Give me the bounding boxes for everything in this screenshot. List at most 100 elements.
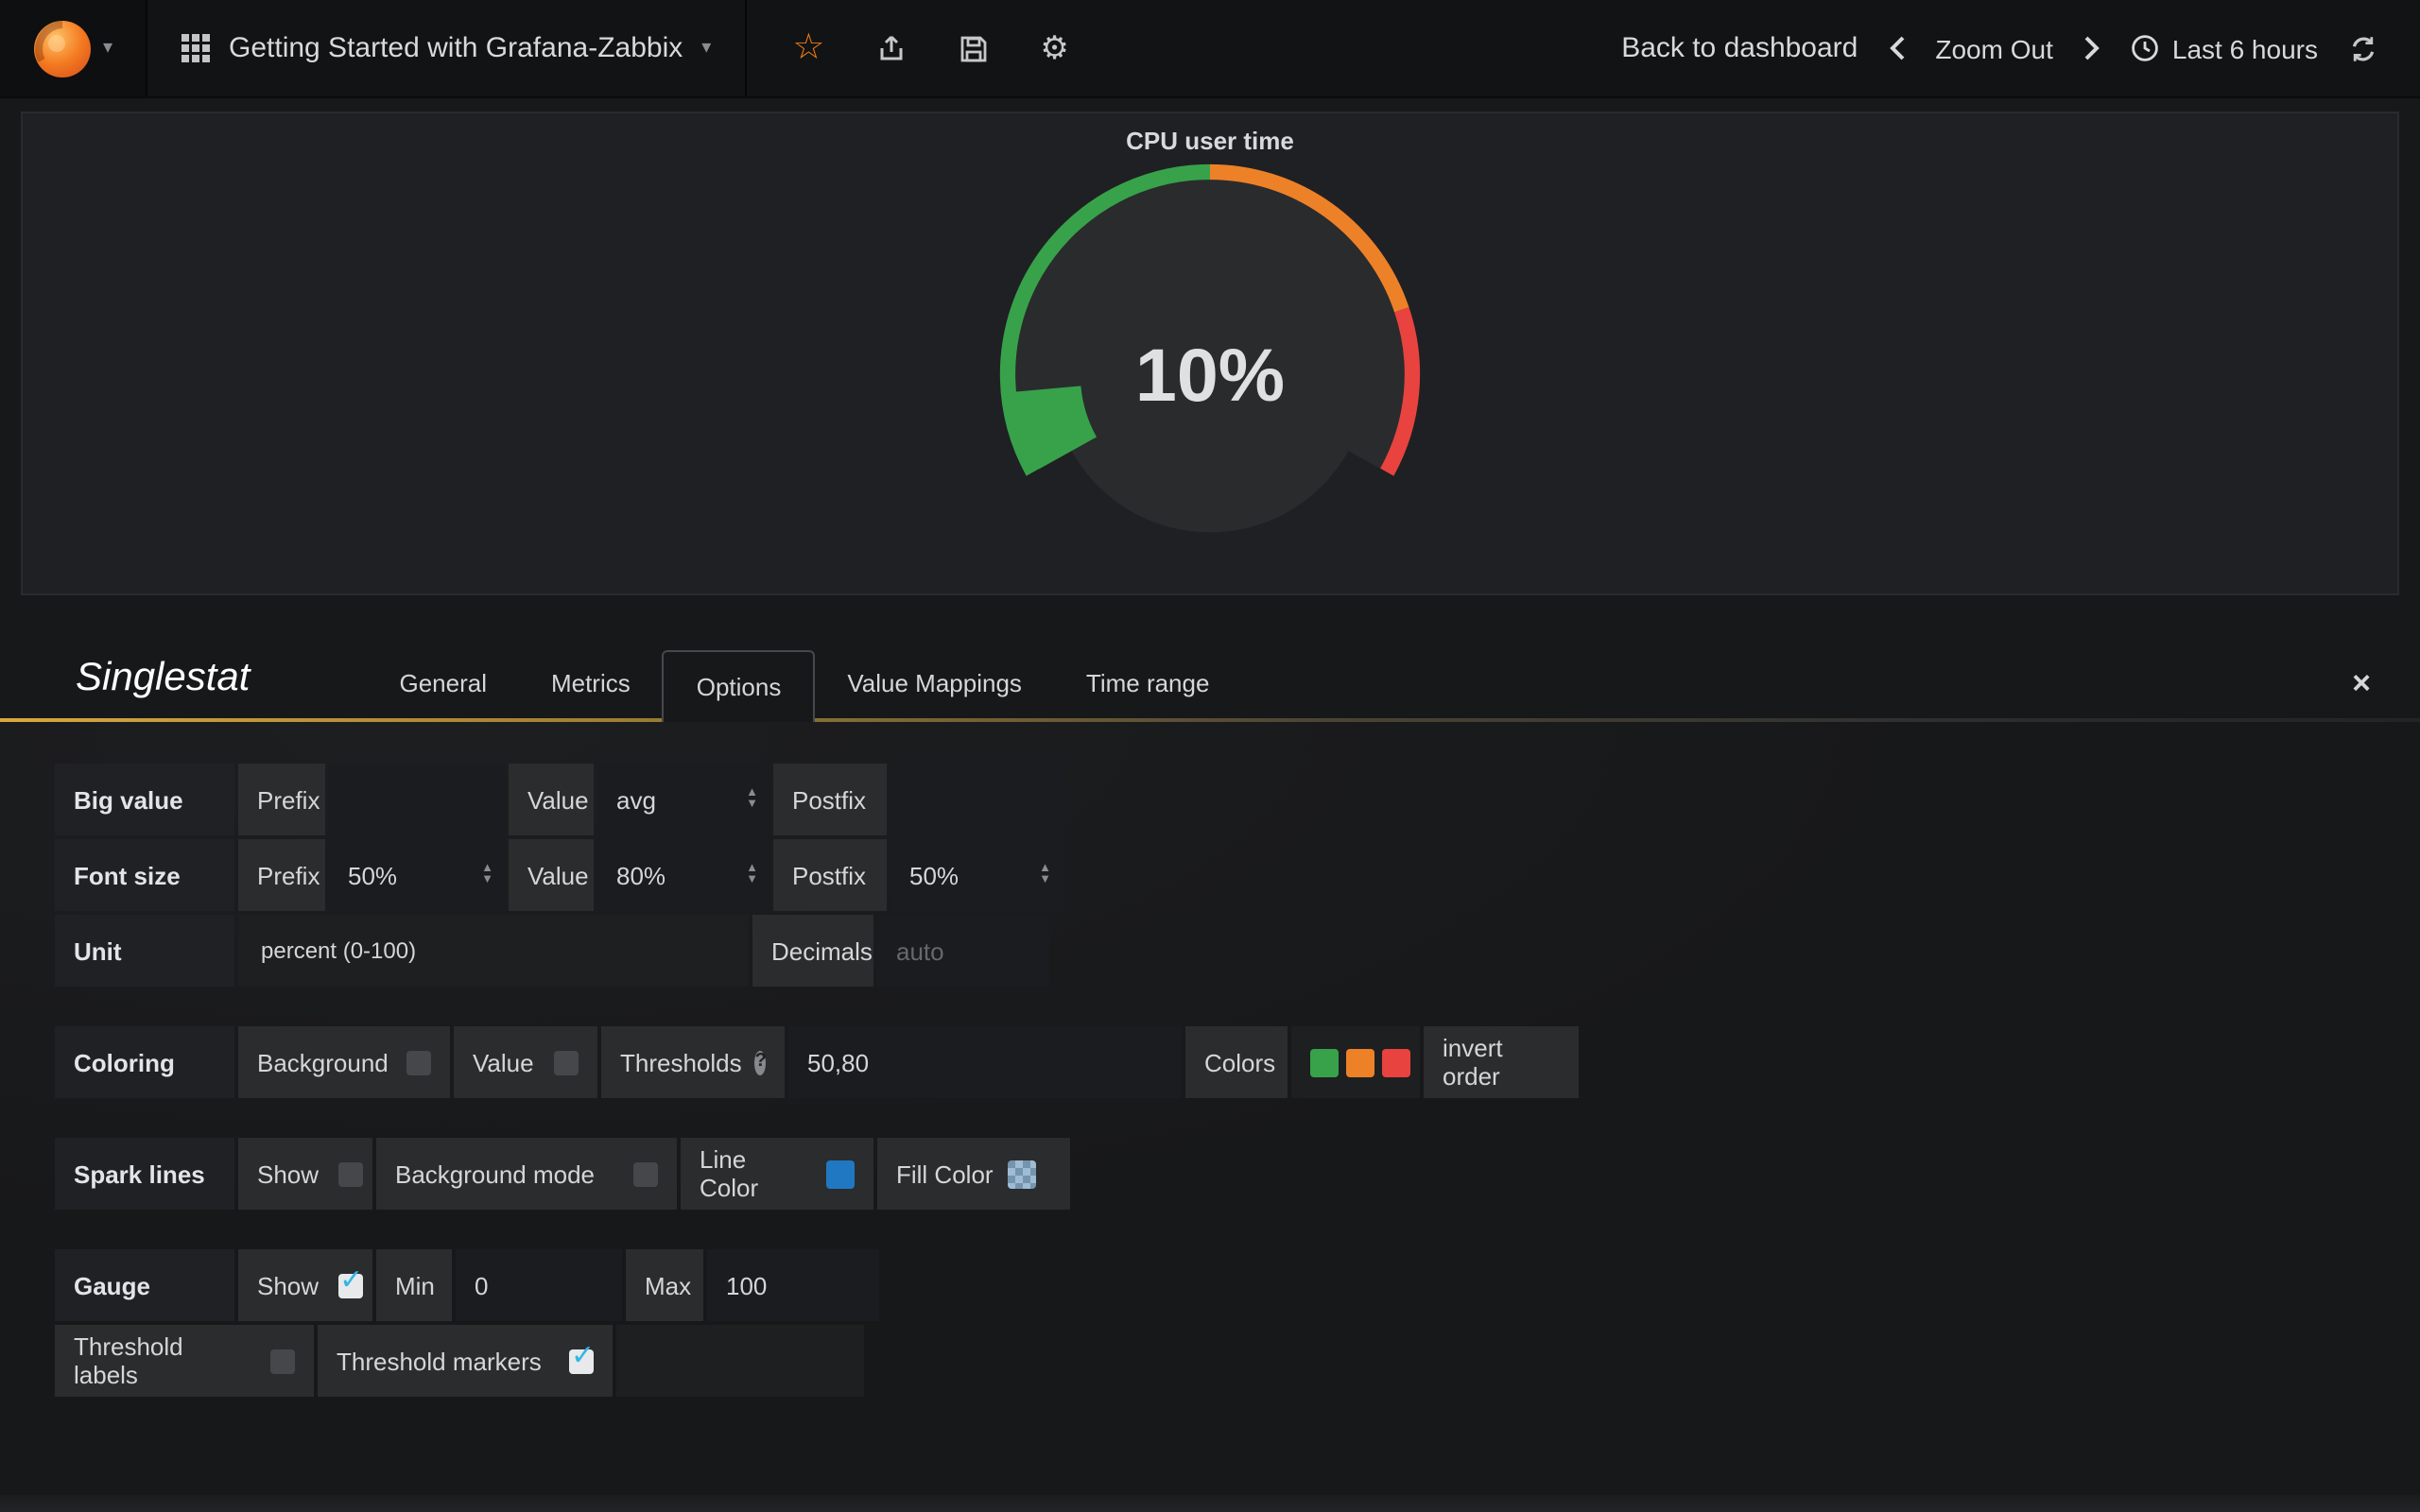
- background-checkbox[interactable]: [407, 1050, 432, 1074]
- line-color-label: Line Color: [700, 1145, 811, 1202]
- stepper-arrows-icon: ▲▼: [1039, 864, 1051, 886]
- invert-order-button[interactable]: invert order: [1424, 1026, 1579, 1098]
- refresh-icon[interactable]: [2348, 33, 2378, 63]
- check-icon: ✓: [571, 1341, 595, 1369]
- dashboard-grid-icon: [182, 34, 210, 62]
- threshold-markers-toggle[interactable]: Threshold markers ✓: [318, 1325, 613, 1397]
- red-color-swatch[interactable]: [1382, 1048, 1410, 1076]
- dashboard-title-dropdown[interactable]: Getting Started with Grafana-Zabbix ▾: [147, 0, 747, 96]
- help-icon[interactable]: ?: [755, 1050, 767, 1074]
- selected-postfix-size: 50%: [909, 861, 959, 889]
- gauge-max-input[interactable]: [707, 1249, 879, 1321]
- spark-show-toggle[interactable]: Show: [238, 1138, 372, 1210]
- tab-value-mappings[interactable]: Value Mappings: [815, 648, 1054, 718]
- spark-lines-group: Spark lines Show Background mode Line Co…: [55, 1138, 2420, 1210]
- stepper-arrows-icon: ▲▼: [746, 788, 758, 811]
- background-mode-checkbox[interactable]: [633, 1161, 658, 1186]
- share-icon[interactable]: [875, 32, 908, 64]
- empty-filler-cell: [616, 1325, 864, 1397]
- threshold-markers-checkbox[interactable]: ✓: [569, 1349, 594, 1373]
- coloring-background-toggle[interactable]: Background: [238, 1026, 450, 1098]
- threshold-markers-label: Threshold markers: [337, 1347, 542, 1375]
- chevron-down-icon: ▾: [701, 39, 711, 58]
- gauge-min-input[interactable]: [456, 1249, 622, 1321]
- selected-prefix-size: 50%: [348, 861, 397, 889]
- value-label: Value: [509, 764, 594, 835]
- selected-stat: avg: [616, 785, 656, 814]
- unit-row: Unit percent (0-100) Decimals: [55, 915, 2420, 987]
- value-options-group: Big value Prefix Value avg ▲▼ Postfix Fo…: [55, 764, 2420, 987]
- prefix-font-size-select[interactable]: 50% ▲▼: [329, 839, 505, 911]
- spark-show-checkbox[interactable]: [337, 1161, 362, 1186]
- decimals-input[interactable]: [877, 915, 1049, 987]
- panel-type-title: Singlestat: [76, 656, 250, 718]
- gauge-show-toggle[interactable]: Show ✓: [238, 1249, 372, 1321]
- tab-metrics[interactable]: Metrics: [519, 648, 663, 718]
- fill-color-swatch[interactable]: [1009, 1160, 1037, 1188]
- threshold-labels-checkbox[interactable]: [270, 1349, 295, 1373]
- gauge-show-checkbox[interactable]: ✓: [337, 1273, 362, 1297]
- clock-icon: [2131, 34, 2159, 62]
- tab-time-range[interactable]: Time range: [1054, 648, 1242, 718]
- coloring-value-toggle[interactable]: Value: [454, 1026, 597, 1098]
- chevron-left-icon[interactable]: [1888, 36, 1905, 60]
- top-navbar: ▾ Getting Started with Grafana-Zabbix ▾ …: [0, 0, 2420, 98]
- navbar-right: Back to dashboard Zoom Out Last 6 hours: [1621, 0, 2420, 96]
- max-label: Max: [626, 1249, 703, 1321]
- dashboard-title: Getting Started with Grafana-Zabbix: [229, 32, 683, 64]
- threshold-labels-toggle[interactable]: Threshold labels: [55, 1325, 314, 1397]
- thresholds-input[interactable]: [788, 1026, 1182, 1098]
- big-value-stat-select[interactable]: avg ▲▼: [597, 764, 769, 835]
- green-color-swatch[interactable]: [1310, 1048, 1339, 1076]
- singlestat-panel: CPU user time 10%: [21, 112, 2399, 595]
- value-label: Value: [473, 1048, 534, 1076]
- gear-icon[interactable]: ⚙: [1040, 32, 1069, 64]
- editor-header: Singlestat General Metrics Options Value…: [0, 648, 2420, 718]
- fill-color-cell: Fill Color: [877, 1138, 1070, 1210]
- grafana-logo-icon: [33, 18, 94, 78]
- show-label: Show: [257, 1271, 319, 1299]
- postfix-label: Postfix: [773, 764, 887, 835]
- gauge-visualization: 10%: [23, 159, 2397, 537]
- big-value-postfix-input[interactable]: [890, 764, 1063, 835]
- big-value-prefix-input[interactable]: [329, 764, 505, 835]
- spark-lines-row: Spark lines Show Background mode Line Co…: [55, 1138, 2420, 1210]
- coloring-row: Coloring Background Value Thresholds ?: [55, 1026, 2420, 1098]
- postfix-label: Postfix: [773, 839, 887, 911]
- panel-editor: Singlestat General Metrics Options Value…: [0, 648, 2420, 1402]
- time-range-picker[interactable]: Last 6 hours: [2131, 33, 2318, 63]
- min-label: Min: [376, 1249, 452, 1321]
- back-to-dashboard-button[interactable]: Back to dashboard: [1621, 32, 1858, 64]
- unit-value-picker[interactable]: percent (0-100): [238, 915, 749, 987]
- thresholds-label-cell: Thresholds ?: [601, 1026, 785, 1098]
- chevron-down-icon: ▾: [103, 39, 112, 58]
- unit-label: Unit: [55, 915, 234, 987]
- gauge-label: Gauge: [55, 1249, 234, 1321]
- grafana-menu-button[interactable]: ▾: [0, 0, 147, 96]
- bottom-panel-edge: [0, 1495, 2420, 1512]
- show-label: Show: [257, 1160, 319, 1188]
- threshold-labels-label: Threshold labels: [74, 1332, 251, 1389]
- spark-lines-label: Spark lines: [55, 1138, 234, 1210]
- value-checkbox[interactable]: [554, 1050, 579, 1074]
- tab-options[interactable]: Options: [663, 650, 816, 722]
- orange-color-swatch[interactable]: [1346, 1048, 1374, 1076]
- postfix-font-size-select[interactable]: 50% ▲▼: [890, 839, 1063, 911]
- line-color-cell: Line Color: [681, 1138, 873, 1210]
- background-label: Background: [257, 1048, 389, 1076]
- tab-general[interactable]: General: [367, 648, 519, 718]
- background-mode-label: Background mode: [395, 1160, 595, 1188]
- navbar-quick-actions: ☆ ⚙: [747, 0, 1115, 96]
- background-mode-toggle[interactable]: Background mode: [376, 1138, 677, 1210]
- big-value-row: Big value Prefix Value avg ▲▼ Postfix: [55, 764, 2420, 835]
- value-font-size-select[interactable]: 80% ▲▼: [597, 839, 769, 911]
- chevron-right-icon[interactable]: [2083, 36, 2100, 60]
- save-icon[interactable]: [959, 33, 989, 63]
- gauge-thresholds-row: Threshold labels Threshold markers ✓: [55, 1325, 2420, 1397]
- star-icon[interactable]: ☆: [792, 30, 824, 66]
- zoom-out-button[interactable]: Zoom Out: [1935, 33, 2053, 63]
- close-icon[interactable]: ×: [2352, 667, 2371, 699]
- panel-title[interactable]: CPU user time: [23, 113, 2397, 155]
- line-color-swatch[interactable]: [826, 1160, 855, 1188]
- grafana-app: ▾ Getting Started with Grafana-Zabbix ▾ …: [0, 0, 2420, 1512]
